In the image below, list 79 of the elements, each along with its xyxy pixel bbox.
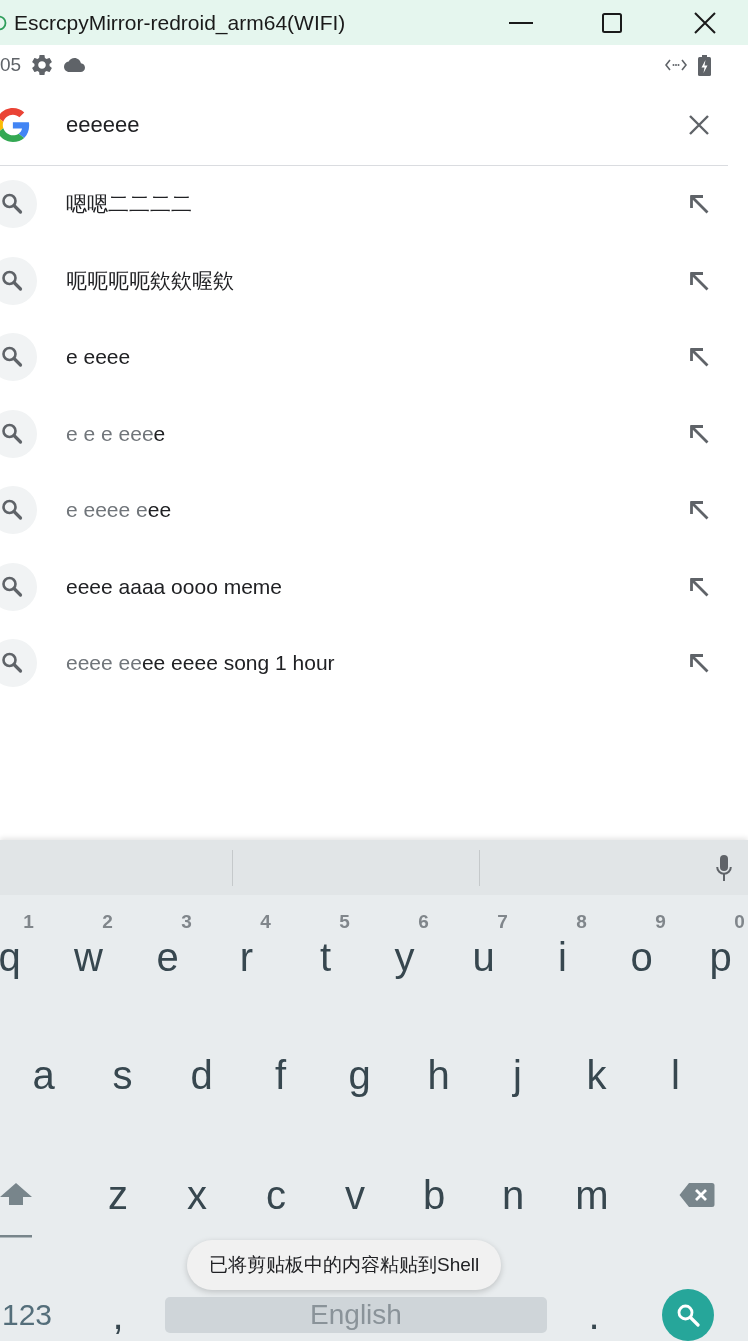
key-hint: 7	[497, 911, 508, 933]
key-hint: 0	[734, 911, 745, 933]
search-icon	[0, 333, 37, 382]
letter-key[interactable]: q	[0, 935, 21, 979]
status-time: 05	[0, 54, 22, 76]
letter-key[interactable]: k	[586, 1053, 607, 1097]
arrow-up-left-icon[interactable]	[689, 270, 709, 291]
toast-message: 已将剪贴板中的内容粘贴到Shell	[187, 1240, 502, 1290]
suggestion-text[interactable]: 呃呃呃呃欸欸喔欸	[66, 266, 689, 295]
search-icon	[0, 486, 37, 535]
shift-icon[interactable]	[0, 1181, 32, 1239]
key-hint: 9	[655, 911, 666, 933]
arrow-up-left-icon[interactable]	[689, 347, 709, 368]
arrow-up-left-icon[interactable]	[689, 194, 709, 215]
arrow-up-left-icon[interactable]	[689, 423, 709, 444]
microphone-icon[interactable]	[716, 854, 732, 881]
letter-key[interactable]: e	[156, 935, 179, 979]
letter-key[interactable]: l	[671, 1053, 680, 1097]
letter-key[interactable]: i	[558, 935, 567, 979]
symbols-key[interactable]: 123	[2, 1297, 53, 1333]
suggestion-text[interactable]: eeee aaaa oooo meme	[66, 574, 689, 599]
punctuation-key[interactable]: .	[588, 1293, 600, 1337]
search-icon	[0, 409, 37, 458]
letter-key[interactable]: m	[575, 1173, 609, 1217]
letter-key[interactable]: d	[190, 1053, 213, 1097]
key-hint: 5	[339, 911, 350, 933]
cloud-icon	[64, 58, 86, 72]
suggestion-text[interactable]: e eeee eee	[66, 498, 689, 523]
letter-key[interactable]: v	[345, 1173, 365, 1217]
close-icon[interactable]	[694, 11, 716, 34]
suggestion-text[interactable]: 嗯嗯二二二二	[66, 190, 689, 219]
settings-icon	[32, 55, 53, 75]
letter-key[interactable]: j	[513, 1053, 522, 1097]
letter-key[interactable]: w	[74, 935, 103, 979]
search-icon	[676, 1303, 700, 1327]
search-icon	[0, 180, 37, 229]
arrow-up-left-icon[interactable]	[689, 500, 709, 521]
app-icon	[0, 13, 7, 32]
letter-key[interactable]: u	[472, 935, 495, 979]
battery-charging-icon	[698, 54, 711, 76]
key-hint: 8	[576, 911, 587, 933]
letter-key[interactable]: t	[319, 935, 332, 979]
search-field[interactable]: eeeeee	[66, 109, 668, 141]
suggestion-text[interactable]: e eeee	[66, 345, 689, 370]
key-hint: 6	[418, 911, 429, 933]
key-hint: 3	[181, 911, 192, 933]
key-hint: 2	[102, 911, 113, 933]
g-logo-icon	[0, 108, 30, 142]
arrow-up-left-icon[interactable]	[689, 653, 709, 674]
backspace-icon[interactable]	[679, 1182, 715, 1208]
letter-key[interactable]: p	[709, 935, 732, 979]
suggestion-text[interactable]: eeee eeee eeee song 1 hour	[66, 651, 689, 676]
letter-key[interactable]: r	[239, 935, 254, 979]
letter-key[interactable]: a	[32, 1053, 55, 1097]
letter-key[interactable]: n	[501, 1173, 525, 1217]
letter-key[interactable]: y	[394, 935, 415, 979]
search-icon	[0, 562, 37, 611]
letter-key[interactable]: h	[427, 1053, 450, 1097]
minimize-icon[interactable]	[509, 21, 533, 24]
letter-key[interactable]: c	[266, 1173, 286, 1217]
key-hint: 1	[23, 911, 34, 933]
clear-icon[interactable]	[688, 114, 710, 136]
letter-key[interactable]: b	[422, 1173, 446, 1217]
arrow-up-left-icon[interactable]	[689, 576, 709, 597]
suggestion-text[interactable]: e e e eeee	[66, 421, 689, 446]
search-icon	[0, 639, 37, 688]
code-brackets-icon	[665, 59, 687, 71]
key-hint: 4	[260, 911, 271, 933]
maximize-icon[interactable]	[602, 12, 622, 33]
letter-key[interactable]: f	[274, 1053, 287, 1097]
letter-key[interactable]: x	[187, 1173, 207, 1217]
search-key[interactable]	[662, 1289, 714, 1341]
letter-key[interactable]: g	[348, 1053, 371, 1097]
letter-key[interactable]: z	[108, 1173, 128, 1217]
search-icon	[0, 256, 37, 305]
punctuation-key[interactable]: ,	[112, 1293, 124, 1337]
letter-key[interactable]: s	[112, 1053, 133, 1097]
window-title: EscrcpyMirror-redroid_arm64(WIFI)	[14, 10, 347, 35]
letter-key[interactable]: o	[630, 935, 653, 979]
